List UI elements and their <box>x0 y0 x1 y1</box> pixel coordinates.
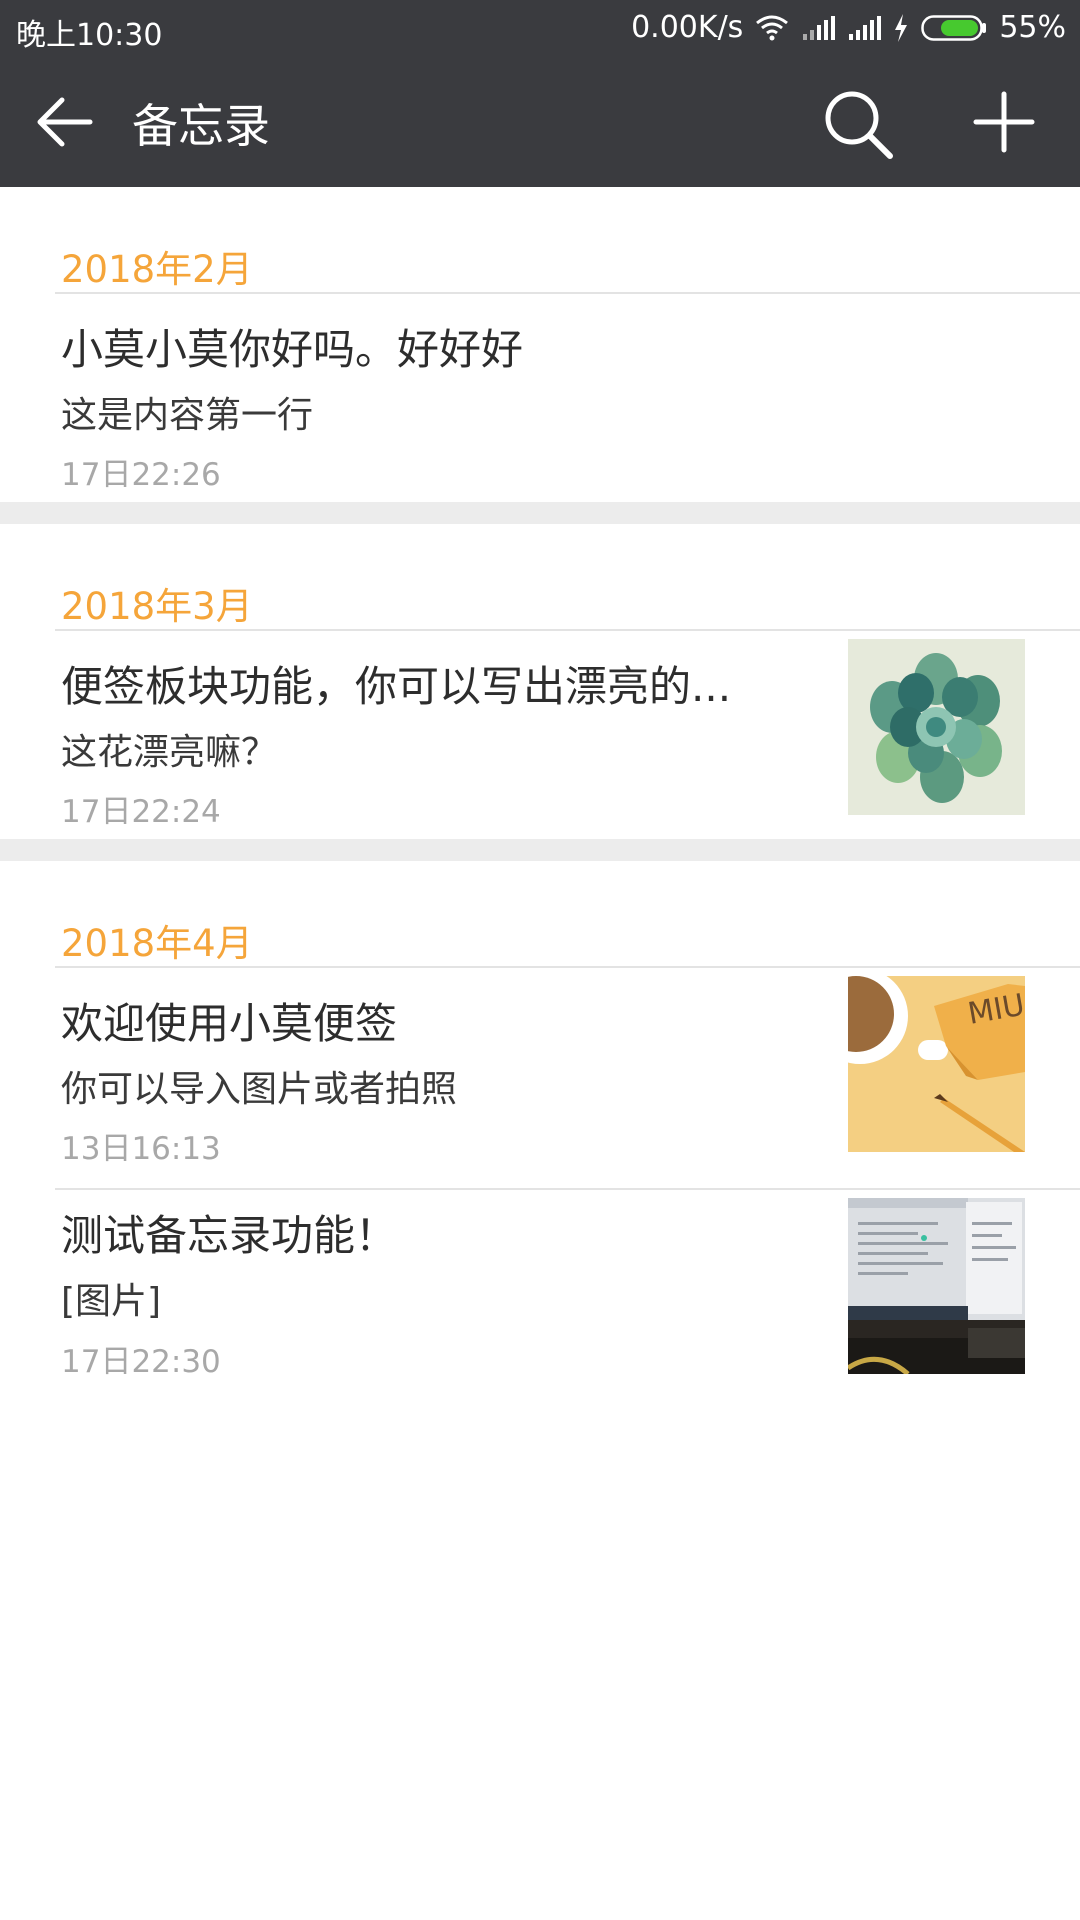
month-section: 2018年4月 欢迎使用小莫便签 你可以导入图片或者拍照 13日16:13 MI… <box>0 861 1080 1390</box>
wifi-icon <box>756 15 789 40</box>
note-preview: 这是内容第一行 <box>61 395 314 436</box>
month-section: 2018年3月 便签板块功能，你可以写出漂亮的... 这花漂亮嘛？ 17日22:… <box>0 524 1080 839</box>
add-icon[interactable] <box>972 90 1036 154</box>
notes-list: 2018年2月 小莫小莫你好吗。好好好 这是内容第一行 17日22:26 201… <box>0 187 1080 1390</box>
page-title: 备忘录 <box>132 99 270 153</box>
battery-level: 55% <box>999 10 1066 45</box>
note-item[interactable]: 小莫小莫你好吗。好好好 这是内容第一行 17日22:26 <box>0 294 1080 502</box>
month-header: 2018年4月 <box>55 861 1080 968</box>
back-arrow-icon[interactable] <box>34 96 94 148</box>
month-section: 2018年2月 小莫小莫你好吗。好好好 这是内容第一行 17日22:26 <box>0 187 1080 502</box>
month-header: 2018年3月 <box>55 524 1080 631</box>
section-gap <box>0 839 1080 861</box>
charging-icon <box>895 13 908 42</box>
coffee-notes-image: MIUI <box>848 976 1025 1152</box>
section-gap <box>0 502 1080 524</box>
status-bar: 晚上10:30 0.00K/s 55% <box>0 0 1080 58</box>
note-preview: [图片] <box>61 1281 162 1322</box>
note-time: 17日22:26 <box>61 457 221 493</box>
status-time: 晚上10:30 <box>16 18 163 53</box>
note-time: 17日22:30 <box>61 1344 221 1380</box>
note-time: 13日16:13 <box>61 1131 221 1167</box>
note-time: 17日22:24 <box>61 794 221 830</box>
note-preview: 你可以导入图片或者拍照 <box>61 1069 458 1110</box>
note-title: 欢迎使用小莫便签 <box>61 999 398 1048</box>
search-icon[interactable] <box>822 88 894 160</box>
note-item[interactable]: 测试备忘录功能！ [图片] 17日22:30 <box>55 1188 1080 1390</box>
note-item[interactable]: 便签板块功能，你可以写出漂亮的... 这花漂亮嘛？ 17日22:24 <box>0 631 1080 839</box>
battery-icon <box>921 14 987 41</box>
note-item[interactable]: 欢迎使用小莫便签 你可以导入图片或者拍照 13日16:13 MIUI <box>0 968 1080 1188</box>
note-title: 小莫小莫你好吗。好好好 <box>61 325 524 374</box>
monitor-photo-image <box>848 1198 1025 1374</box>
succulent-image <box>848 639 1025 815</box>
signal-icon <box>849 15 882 40</box>
note-title: 测试备忘录功能！ <box>61 1211 398 1260</box>
month-header: 2018年2月 <box>55 187 1080 294</box>
note-preview: 这花漂亮嘛？ <box>61 732 278 773</box>
note-title: 便签板块功能，你可以写出漂亮的... <box>61 662 732 711</box>
signal-icon <box>803 15 836 40</box>
app-bar: 备忘录 <box>0 58 1080 187</box>
network-speed: 0.00K/s <box>631 10 744 45</box>
